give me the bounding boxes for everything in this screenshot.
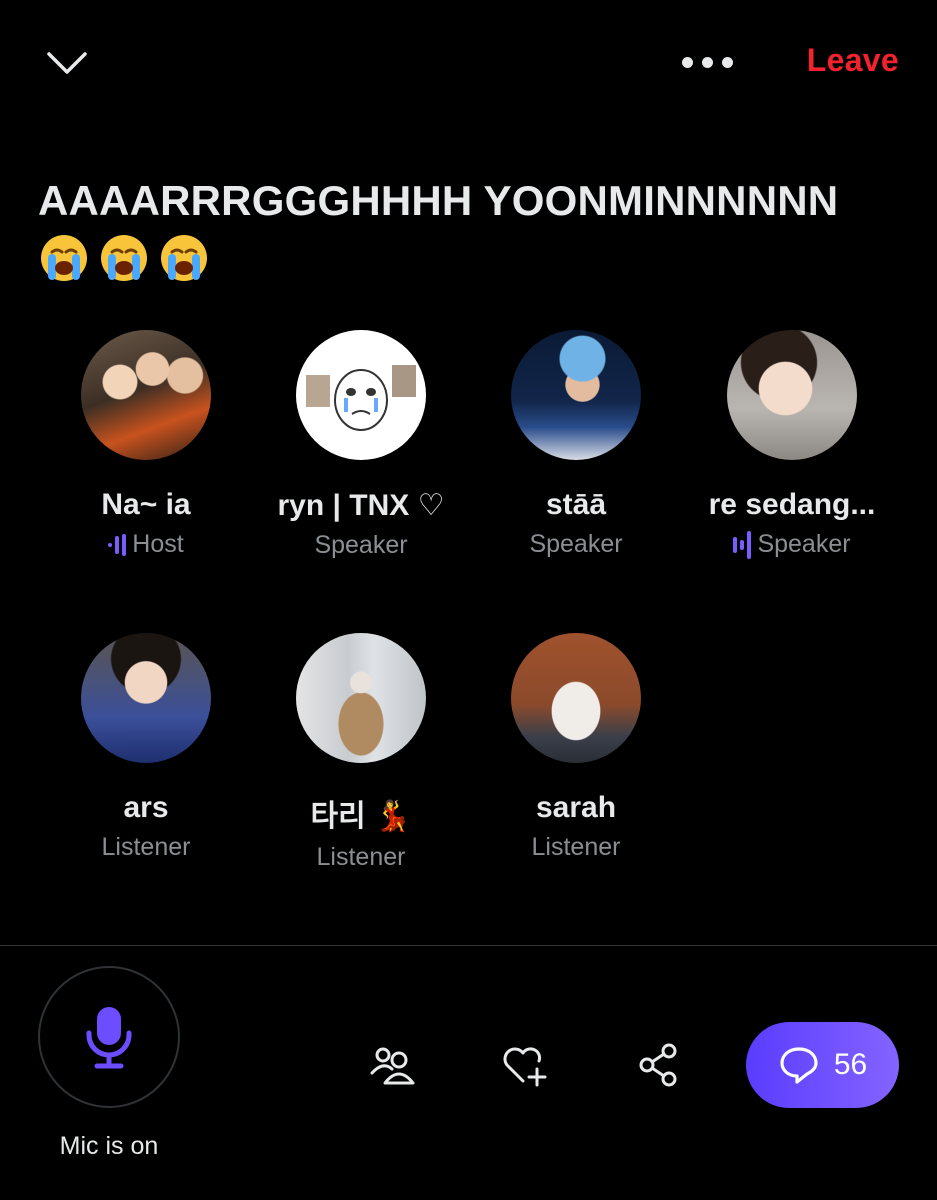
collapse-button[interactable] — [40, 40, 94, 86]
participant-role: Speaker — [468, 530, 684, 559]
participant[interactable]: ars Listener — [38, 633, 254, 862]
participant-name: re sedang... — [708, 488, 876, 521]
comments-button[interactable]: 56 — [746, 1022, 899, 1108]
participant[interactable]: stāā Speaker — [468, 330, 684, 559]
participant[interactable]: sarah Listener — [468, 633, 684, 862]
loudly-crying-face-icon — [101, 235, 147, 281]
avatar — [296, 330, 426, 460]
top-bar: Leave — [0, 0, 937, 130]
space-title: AAAARRRGGGHHHH YOONMINNNNNN — [38, 172, 908, 284]
participant-role: Listener — [468, 833, 684, 862]
participant-name: stāā — [545, 488, 607, 521]
participant-role: Speaker — [684, 530, 900, 559]
more-dots-icon — [681, 56, 693, 68]
participant-name: ars — [123, 791, 169, 824]
participant-role-label: Host — [132, 530, 184, 558]
participant-role-label: Listener — [531, 833, 621, 861]
participant-name: sarah — [535, 791, 617, 824]
avatar — [511, 633, 641, 763]
more-options-button[interactable] — [672, 44, 742, 80]
loudly-crying-face-icon — [161, 235, 207, 281]
participant-name: ryn | TNX ♡ — [277, 489, 445, 522]
more-dot — [721, 56, 733, 68]
space-title-text: AAAARRRGGGHHHH YOONMINNNNNN — [38, 177, 839, 224]
avatar — [296, 633, 426, 763]
heart-plus-icon — [503, 1047, 547, 1087]
speaking-indicator-icon — [108, 531, 127, 559]
speaking-indicator-icon — [733, 530, 752, 559]
participant[interactable]: 타리 💃 Listener — [253, 633, 469, 872]
participant-role: Listener — [38, 833, 254, 862]
participant-role-label: Listener — [101, 833, 191, 861]
participant[interactable]: Na~ ia Host — [38, 330, 254, 559]
leave-button[interactable]: Leave — [807, 42, 899, 79]
participant[interactable]: re sedang... Speaker — [684, 330, 900, 559]
participant-role-label: Listener — [316, 843, 406, 871]
participant-role: Speaker — [253, 531, 469, 560]
comment-icon — [780, 1047, 818, 1084]
participant-name: 타리 💃 — [310, 800, 412, 833]
mic-button[interactable] — [38, 966, 180, 1108]
participant-role-label: Speaker — [529, 530, 623, 558]
microphone-icon — [86, 1007, 132, 1069]
share-icon — [639, 1043, 677, 1087]
avatar — [81, 633, 211, 763]
loudly-crying-face-icon — [41, 235, 87, 281]
comment-count: 56 — [833, 1048, 868, 1081]
avatar — [727, 330, 857, 460]
participant[interactable]: ryn | TNX ♡ Speaker — [253, 330, 469, 560]
participant-name: Na~ ia — [101, 488, 191, 521]
participant-role-label: Speaker — [757, 530, 851, 558]
participants-button[interactable] — [367, 1040, 417, 1090]
avatar-drawing — [306, 365, 416, 431]
avatar — [511, 330, 641, 460]
share-button[interactable] — [634, 1040, 684, 1090]
title-emojis — [38, 232, 908, 284]
more-dot — [701, 56, 713, 68]
people-icon — [370, 1047, 415, 1085]
participant-role: Listener — [253, 843, 469, 872]
react-button[interactable] — [500, 1040, 550, 1090]
chevron-down-icon — [47, 52, 87, 74]
mic-status-label: Mic is on — [59, 1132, 159, 1160]
participant-role: Host — [38, 530, 254, 559]
avatar — [81, 330, 211, 460]
participant-role-label: Speaker — [314, 531, 408, 559]
footer-divider — [0, 945, 937, 946]
